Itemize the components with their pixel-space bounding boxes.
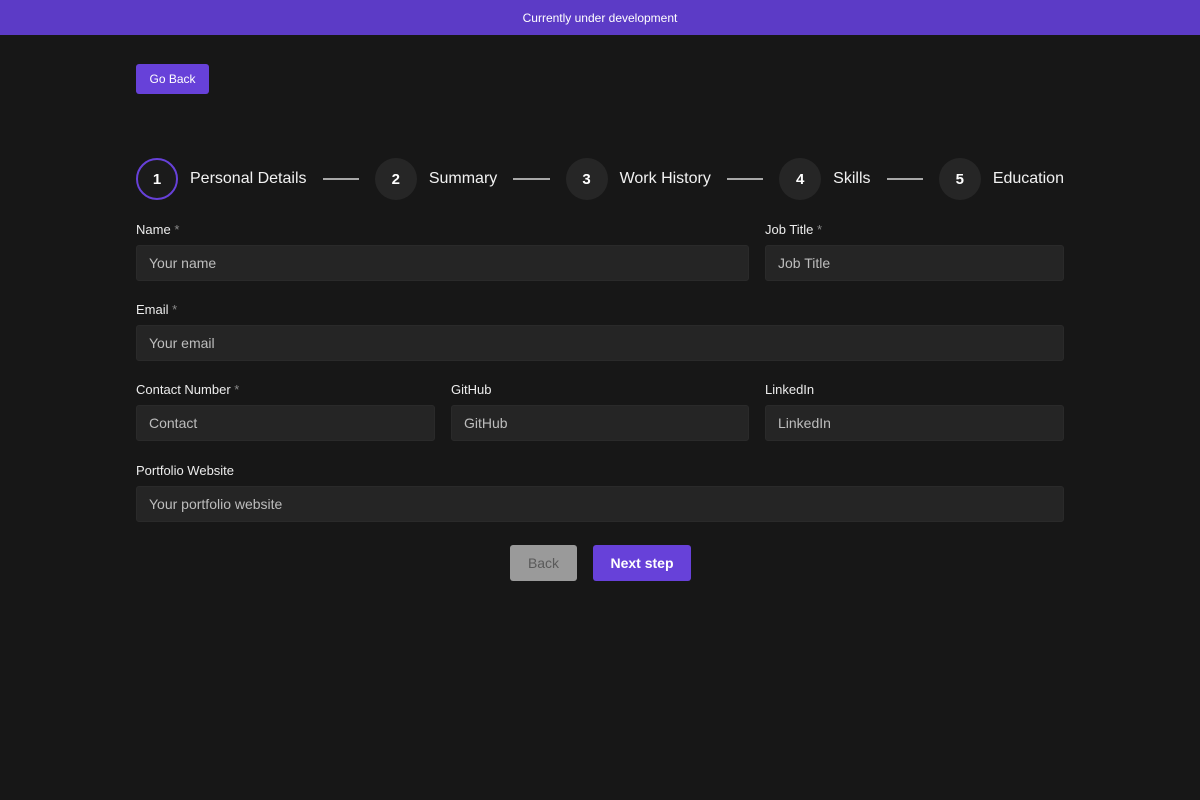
job-title-field-group: Job Title * bbox=[765, 221, 1064, 281]
email-label: Email * bbox=[136, 302, 178, 317]
step-label: Skills bbox=[833, 170, 871, 187]
step-education[interactable]: 5 Education bbox=[938, 158, 1064, 200]
step-label: Education bbox=[992, 170, 1064, 187]
progress-stepper: 1 Personal Details 2 Summary 3 Work Hist… bbox=[136, 158, 1064, 200]
contact-label: Contact Number * bbox=[136, 382, 240, 397]
step-skills[interactable]: 4 Skills bbox=[779, 158, 871, 200]
step-number-badge: 1 bbox=[136, 158, 178, 200]
github-field-group: GitHub bbox=[451, 381, 749, 441]
job-title-input[interactable] bbox=[765, 245, 1064, 281]
contact-input[interactable] bbox=[136, 405, 435, 441]
next-step-button[interactable]: Next step bbox=[593, 545, 691, 581]
step-number-badge: 4 bbox=[779, 158, 822, 200]
github-label: GitHub bbox=[451, 382, 492, 397]
name-input[interactable] bbox=[136, 245, 749, 281]
step-connector bbox=[726, 178, 764, 180]
job-title-label: Job Title * bbox=[765, 222, 823, 237]
step-connector bbox=[513, 178, 550, 180]
required-marker: * bbox=[172, 302, 178, 317]
portfolio-input[interactable] bbox=[136, 486, 1064, 522]
email-field-group: Email * bbox=[136, 301, 1064, 361]
required-marker: * bbox=[234, 382, 240, 397]
step-connector bbox=[886, 178, 923, 180]
step-summary[interactable]: 2 Summary bbox=[374, 158, 498, 200]
name-field-group: Name * bbox=[136, 221, 749, 281]
step-connector bbox=[322, 178, 359, 180]
step-label: Summary bbox=[428, 170, 498, 187]
step-number-badge: 2 bbox=[374, 158, 417, 200]
email-input[interactable] bbox=[136, 325, 1064, 361]
step-personal-details[interactable]: 1 Personal Details bbox=[136, 158, 307, 200]
step-work-history[interactable]: 3 Work History bbox=[565, 158, 711, 200]
banner-text: Currently under development bbox=[522, 10, 678, 25]
linkedin-field-group: LinkedIn bbox=[765, 381, 1064, 441]
linkedin-label: LinkedIn bbox=[765, 382, 815, 397]
step-number-badge: 3 bbox=[565, 158, 608, 200]
go-back-button[interactable]: Go Back bbox=[136, 64, 209, 94]
name-label: Name * bbox=[136, 222, 180, 237]
contact-field-group: Contact Number * bbox=[136, 381, 435, 441]
github-input[interactable] bbox=[451, 405, 749, 441]
required-marker: * bbox=[174, 222, 180, 237]
back-button[interactable]: Back bbox=[510, 545, 577, 581]
development-banner: Currently under development bbox=[0, 0, 1200, 35]
portfolio-field-group: Portfolio Website bbox=[136, 462, 1064, 522]
step-label: Personal Details bbox=[190, 170, 307, 187]
portfolio-label: Portfolio Website bbox=[136, 463, 235, 478]
linkedin-input[interactable] bbox=[765, 405, 1064, 441]
step-number-badge: 5 bbox=[938, 158, 981, 200]
required-marker: * bbox=[817, 222, 823, 237]
step-label: Work History bbox=[619, 170, 711, 187]
